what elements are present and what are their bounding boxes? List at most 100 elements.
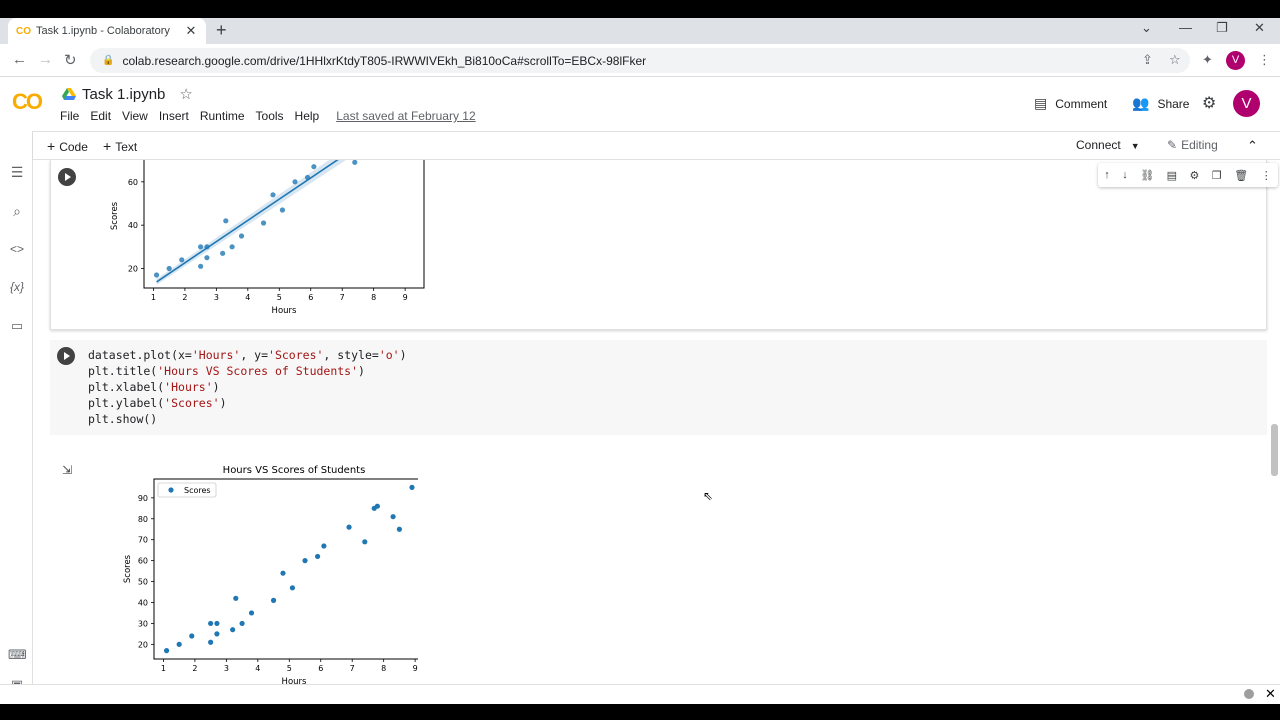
code-token: ) bbox=[219, 396, 227, 410]
plot2-xtick-label: 9 bbox=[413, 664, 418, 673]
reload-icon[interactable]: ↻ bbox=[64, 51, 77, 69]
plot2-point bbox=[289, 585, 296, 591]
share-button[interactable]: 👥 Share bbox=[1132, 95, 1189, 112]
tab-search-icon[interactable]: ⌄ bbox=[1141, 20, 1152, 36]
files-folder-icon[interactable]: ▭ bbox=[8, 317, 26, 335]
menu-tools[interactable]: Tools bbox=[256, 109, 284, 123]
comment-label: Comment bbox=[1055, 96, 1108, 111]
back-icon[interactable]: ← bbox=[12, 51, 27, 68]
code-snippets-icon[interactable]: <> bbox=[8, 240, 26, 258]
plot2-xtick-label: 7 bbox=[350, 664, 355, 673]
plot1-point bbox=[311, 164, 317, 170]
code-cell[interactable]: dataset.plot(x='Hours', y='Scores', styl… bbox=[50, 340, 1267, 435]
add-text-cell-button[interactable]: + Text bbox=[103, 138, 137, 154]
url-text: colab.research.google.com/drive/1HHlxrKt… bbox=[122, 53, 647, 68]
plot2-point bbox=[314, 553, 321, 560]
add-comment-icon[interactable]: ▤ bbox=[1167, 169, 1177, 182]
lock-icon: 🔒 bbox=[102, 55, 115, 66]
legend-marker bbox=[168, 487, 174, 493]
share-page-icon[interactable]: ⇪ bbox=[1142, 52, 1153, 68]
address-bar: ← → ↻ 🔒 colab.research.google.com/drive/… bbox=[0, 44, 1280, 77]
notebook-toolbar: + Code + Text Connect ▼ ✎ Editing ⌃ bbox=[33, 131, 1280, 160]
plot2-xtick-label: 4 bbox=[255, 664, 260, 673]
google-drive-icon[interactable] bbox=[62, 88, 76, 100]
plot2-ytick-label: 70 bbox=[138, 536, 148, 545]
table-of-contents-icon[interactable]: ☰ bbox=[8, 163, 26, 181]
status-bar: ✕ bbox=[0, 684, 1280, 704]
last-saved-link[interactable]: Last saved at February 12 bbox=[336, 109, 475, 123]
mirror-cell-icon[interactable]: ❐ bbox=[1212, 169, 1222, 182]
delete-cell-icon[interactable]: 🗑 bbox=[1234, 169, 1248, 182]
url-bar[interactable]: 🔒 colab.research.google.com/drive/1HHlxr… bbox=[90, 48, 1190, 73]
add-code-cell-button[interactable]: + Code bbox=[47, 138, 88, 154]
menu-view[interactable]: View bbox=[122, 109, 148, 123]
plot2-ytick-label: 50 bbox=[138, 578, 148, 587]
run-cell-button[interactable] bbox=[57, 347, 75, 365]
browser-tab[interactable]: CO Task 1.ipynb - Colaboratory ✕ bbox=[8, 18, 206, 44]
plot2-point bbox=[233, 595, 239, 601]
plot2-xtick-label: 5 bbox=[287, 664, 292, 673]
code-token: 'Hours VS Scores of Students' bbox=[157, 364, 359, 378]
search-icon[interactable]: ⌕ bbox=[8, 202, 26, 220]
plot1-confidence-band bbox=[156, 160, 346, 285]
notebook-name[interactable]: Task 1.ipynb bbox=[82, 86, 165, 103]
plot2-point bbox=[163, 648, 170, 654]
plot2-xtick-label: 1 bbox=[161, 664, 166, 673]
close-status-icon[interactable]: ✕ bbox=[1265, 686, 1276, 702]
connect-button[interactable]: Connect ▼ bbox=[1076, 138, 1140, 152]
plot1-point bbox=[238, 233, 245, 239]
editing-mode-button[interactable]: ✎ Editing bbox=[1167, 138, 1218, 152]
forward-icon[interactable]: → bbox=[38, 51, 53, 68]
close-window-icon[interactable]: ✕ bbox=[1254, 20, 1265, 36]
legend-label: Scores bbox=[184, 486, 211, 495]
command-palette-icon[interactable]: ⌨ bbox=[8, 646, 27, 664]
notebook-content: ↑ ↓ ⛓ ▤ ⚙ ❐ 🗑 ⋮ 1 2 3 4 5 6 7 8 9 20 40 60 Hours Sc… bbox=[33, 160, 1280, 704]
plot2-point bbox=[280, 570, 286, 576]
maximize-icon[interactable]: ❐ bbox=[1216, 20, 1228, 36]
menu-help[interactable]: Help bbox=[295, 109, 320, 123]
plot1-point bbox=[352, 160, 358, 165]
browser-profile-avatar[interactable]: V bbox=[1226, 51, 1245, 70]
settings-gear-icon[interactable]: ⚙ bbox=[1202, 93, 1216, 113]
close-tab-icon[interactable]: ✕ bbox=[184, 23, 198, 39]
menu-insert[interactable]: Insert bbox=[159, 109, 189, 123]
variables-icon[interactable]: {x} bbox=[8, 278, 26, 296]
notebook-scrollbar[interactable] bbox=[1271, 424, 1278, 476]
plot1-ytick-label: 60 bbox=[128, 178, 138, 187]
run-cell-button[interactable] bbox=[58, 168, 76, 186]
plot1-ytick-label: 20 bbox=[128, 265, 138, 274]
move-cell-down-icon[interactable]: ↓ bbox=[1122, 169, 1128, 181]
code-editor[interactable]: dataset.plot(x='Hours', y='Scores', styl… bbox=[88, 347, 407, 427]
plot1-xtick-label: 3 bbox=[214, 293, 219, 302]
code-line: dataset.plot(x='Hours', y='Scores', styl… bbox=[88, 347, 407, 363]
extensions-icon[interactable]: ✦ bbox=[1202, 52, 1213, 68]
menu-file[interactable]: File bbox=[60, 109, 79, 123]
menu-runtime[interactable]: Runtime bbox=[200, 109, 245, 123]
plot1-point bbox=[229, 244, 235, 250]
new-tab-icon[interactable]: + bbox=[216, 20, 227, 41]
menu-edit[interactable]: Edit bbox=[90, 109, 111, 123]
more-cell-options-icon[interactable]: ⋮ bbox=[1261, 169, 1272, 182]
plot2-legend: Scores bbox=[157, 482, 217, 498]
colab-logo[interactable]: CO bbox=[12, 89, 43, 115]
star-notebook-icon[interactable]: ☆ bbox=[179, 85, 192, 103]
plot1-point bbox=[198, 244, 204, 250]
bookmark-star-icon[interactable]: ☆ bbox=[1169, 52, 1181, 68]
output-actions-icon[interactable]: ⇲ bbox=[62, 463, 72, 477]
code-token: dataset.plot(x= bbox=[88, 348, 192, 362]
minimize-icon[interactable]: — bbox=[1179, 20, 1192, 35]
link-to-cell-icon[interactable]: ⛓ bbox=[1140, 169, 1154, 182]
browser-menu-icon[interactable]: ⋮ bbox=[1258, 52, 1271, 68]
plot1-xtick-label: 7 bbox=[340, 293, 345, 302]
collapse-header-icon[interactable]: ⌃ bbox=[1247, 138, 1258, 154]
comment-button[interactable]: ▤ Comment bbox=[1034, 95, 1107, 112]
cell-settings-icon[interactable]: ⚙ bbox=[1190, 169, 1200, 182]
code-token: 'Hours' bbox=[164, 380, 213, 394]
colab-favicon-icon: CO bbox=[16, 25, 31, 37]
plot2-point bbox=[374, 503, 380, 509]
plot2-point bbox=[390, 514, 396, 520]
colab-profile-avatar[interactable]: V bbox=[1233, 90, 1260, 117]
notebook-title-area: Task 1.ipynb ☆ bbox=[62, 85, 193, 103]
plot1-point bbox=[260, 220, 267, 226]
move-cell-up-icon[interactable]: ↑ bbox=[1104, 169, 1110, 181]
